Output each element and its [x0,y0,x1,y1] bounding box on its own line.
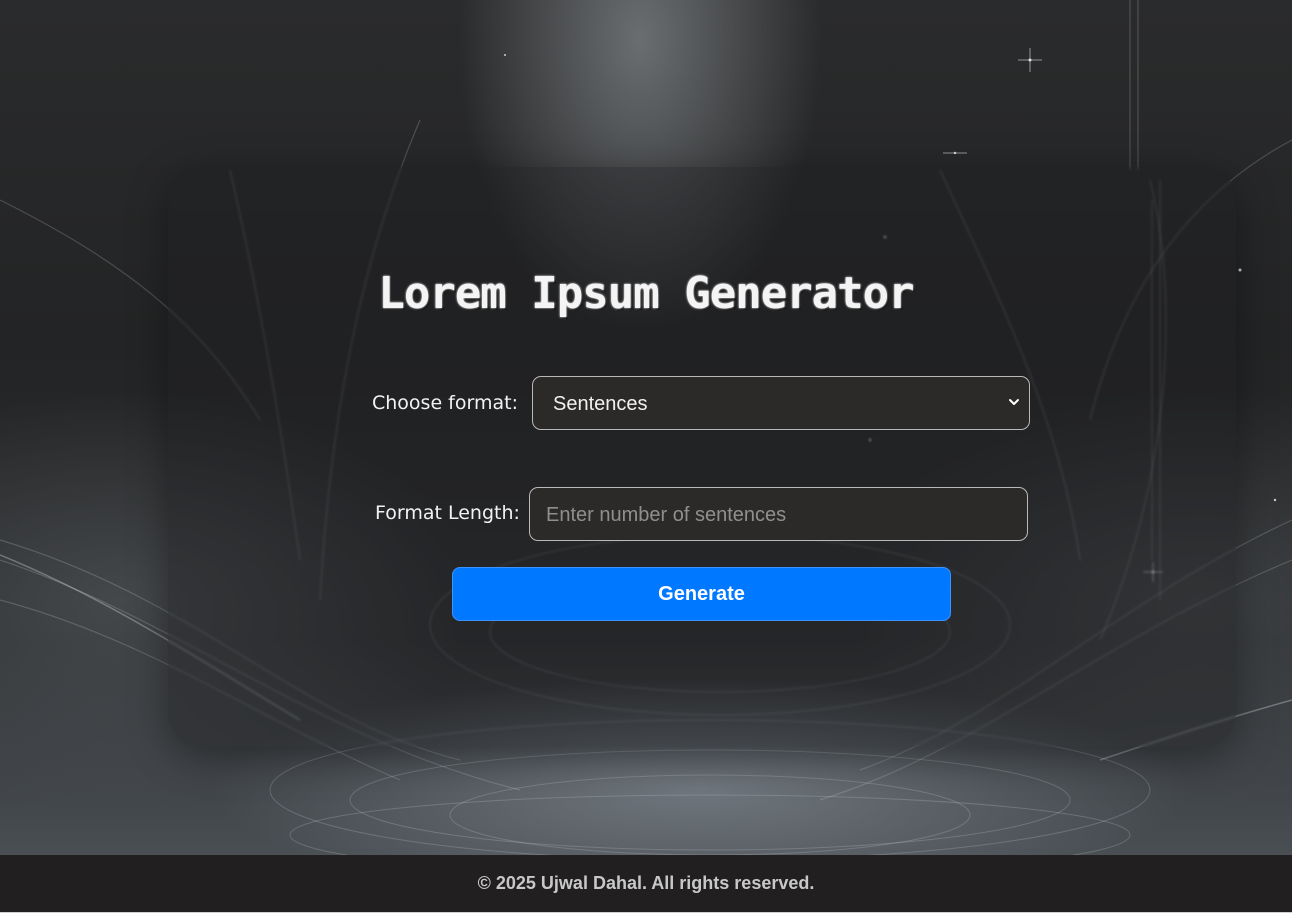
generator-card [168,167,1236,747]
chevron-down-icon [1009,399,1019,405]
length-input[interactable]: Enter number of sentences [529,487,1028,541]
length-label: Format Length: [375,502,520,524]
format-select-value: Sentences [553,393,648,415]
page-title: Lorem Ipsum Generator [378,268,915,319]
generate-button[interactable]: Generate [452,567,951,621]
format-label: Choose format: [372,392,518,414]
length-input-placeholder: Enter number of sentences [546,504,787,526]
format-select[interactable]: Sentences [532,376,1030,430]
page-title-container: Lorem Ipsum Generator [0,268,1292,319]
footer: © 2025 Ujwal Dahal. All rights reserved. [0,855,1292,912]
copyright-text: © 2025 Ujwal Dahal. All rights reserved. [477,873,815,893]
